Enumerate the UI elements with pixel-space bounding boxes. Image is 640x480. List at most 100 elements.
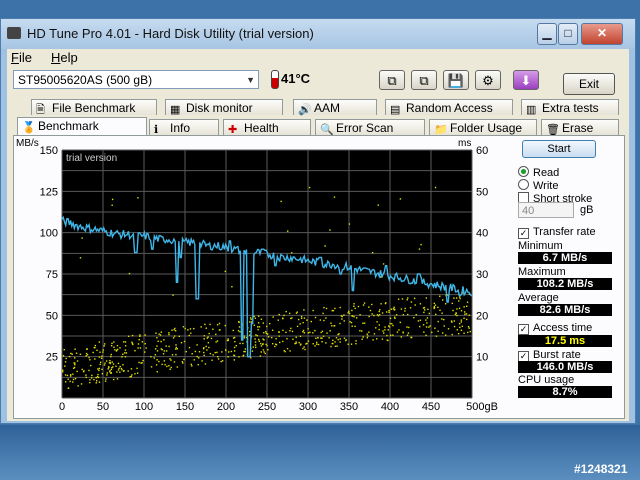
access-time-point xyxy=(379,313,381,316)
tab-info[interactable]: ℹ Info xyxy=(149,119,219,136)
benchmark-controls: Start Read Write Short stroke 40 gB ✓ Tra… xyxy=(512,136,622,418)
access-time-point xyxy=(325,342,327,344)
access-time-point xyxy=(297,318,300,321)
access-time-point xyxy=(145,347,147,349)
access-time-point xyxy=(348,312,351,315)
download-button[interactable]: ⬇ xyxy=(513,70,539,90)
access-time-point xyxy=(359,330,361,332)
access-time-point xyxy=(254,344,257,346)
copy-info-button[interactable]: ⧉ xyxy=(379,70,405,90)
access-time-point xyxy=(113,346,115,349)
access-time-point xyxy=(451,333,453,336)
access-time-point xyxy=(392,334,394,336)
access-time-point xyxy=(163,350,166,352)
menu-file[interactable]: File xyxy=(11,50,32,65)
save-button[interactable]: 💾 xyxy=(443,70,469,90)
access-time-point xyxy=(439,309,441,311)
access-time-point xyxy=(142,359,144,362)
access-time-point xyxy=(299,323,301,325)
access-time-point xyxy=(435,313,437,316)
access-time-point xyxy=(426,317,429,319)
access-time-checkbox[interactable]: ✓ Access time xyxy=(518,322,592,335)
tab-disk-monitor[interactable]: ▦ Disk monitor xyxy=(165,99,283,116)
access-time-point xyxy=(375,338,378,340)
access-time-point xyxy=(408,326,410,329)
tab-file-benchmark[interactable]: 🗎 File Benchmark xyxy=(31,99,157,116)
access-time-point xyxy=(124,356,127,358)
access-time-point xyxy=(107,368,109,370)
tab-random-access[interactable]: ▤ Random Access xyxy=(385,99,513,116)
short-stroke-spinner[interactable]: 40 xyxy=(518,202,574,218)
access-time-point xyxy=(289,329,291,332)
access-time-point xyxy=(124,345,127,347)
access-time-point xyxy=(85,374,87,376)
access-time-point xyxy=(379,309,381,311)
access-time-point xyxy=(285,310,287,313)
access-time-point xyxy=(326,332,328,334)
access-time-point xyxy=(175,346,178,349)
access-time-point xyxy=(74,348,76,350)
access-time-point xyxy=(72,378,75,381)
access-time-point xyxy=(389,334,392,336)
access-time-point xyxy=(113,341,115,343)
benchmark-panel: trial version MB/s ms 25 50 75 100 125 150 10 20 30… xyxy=(13,135,625,419)
tab-aam[interactable]: 🔊 AAM xyxy=(293,99,377,116)
drive-select[interactable]: ST95005620AS (500 gB) ▼ xyxy=(13,70,259,89)
access-time-point xyxy=(239,331,241,333)
access-time-point xyxy=(233,346,236,349)
random-access-icon: ▤ xyxy=(390,104,401,116)
access-time-point xyxy=(160,331,162,333)
start-button[interactable]: Start xyxy=(522,140,596,158)
access-time-outlier xyxy=(324,245,326,247)
access-time-point xyxy=(369,309,372,312)
transfer-rate-checkbox[interactable]: ✓ Transfer rate xyxy=(518,226,596,239)
access-time-point xyxy=(220,360,222,363)
access-time-point xyxy=(400,308,403,310)
write-radio[interactable]: Write xyxy=(518,179,558,192)
maximize-button[interactable]: □ xyxy=(558,23,578,45)
exit-button[interactable]: Exit xyxy=(563,73,615,95)
tab-health[interactable]: ✚ Health xyxy=(223,119,311,136)
access-time-point xyxy=(314,329,316,332)
access-time-point xyxy=(419,303,422,305)
access-time-point xyxy=(367,335,369,337)
x-tick-label: 250 xyxy=(258,401,276,413)
access-time-point xyxy=(388,311,390,314)
access-time-point xyxy=(312,309,314,312)
access-time-point xyxy=(463,317,465,319)
tab-benchmark[interactable]: 🏅 Benchmark xyxy=(17,117,147,135)
access-time-point xyxy=(165,350,168,352)
access-time-point xyxy=(118,367,120,370)
access-time-point xyxy=(109,371,111,373)
tab-extra-tests[interactable]: ▥ Extra tests xyxy=(521,99,619,116)
access-time-point xyxy=(303,309,305,311)
access-time-point xyxy=(242,342,244,345)
menu-help[interactable]: Help xyxy=(51,50,78,65)
minimize-button[interactable]: ▁ xyxy=(537,23,557,45)
title-bar[interactable]: HD Tune Pro 4.01 - Hard Disk Utility (tr… xyxy=(1,19,635,49)
access-time-point xyxy=(442,299,444,301)
access-time-point xyxy=(378,310,380,313)
access-time-point xyxy=(239,342,241,345)
read-radio[interactable]: Read xyxy=(518,166,559,179)
access-time-point xyxy=(257,326,259,328)
access-time-point xyxy=(454,313,457,316)
access-time-outlier xyxy=(128,272,131,275)
access-time-point xyxy=(206,337,209,339)
access-time-point xyxy=(172,337,175,339)
access-time-point xyxy=(112,378,115,381)
access-time-point xyxy=(458,322,461,325)
tab-folder-usage[interactable]: 📁 Folder Usage xyxy=(429,119,537,136)
speaker-icon: 🔊 xyxy=(298,104,312,116)
x-tick-label: 100 xyxy=(135,401,153,413)
access-time-outlier xyxy=(79,257,82,259)
access-time-point xyxy=(105,378,107,380)
tab-erase[interactable]: 🗑 Erase xyxy=(541,119,619,136)
access-time-point xyxy=(210,337,213,340)
options-button[interactable]: ⚙ xyxy=(475,70,501,90)
access-time-point xyxy=(331,309,333,312)
copy-screen-button[interactable]: ⧉ xyxy=(411,70,437,90)
access-time-point xyxy=(395,314,398,316)
tab-error-scan[interactable]: 🔍 Error Scan xyxy=(315,119,425,136)
close-button[interactable]: ✕ xyxy=(581,23,623,45)
